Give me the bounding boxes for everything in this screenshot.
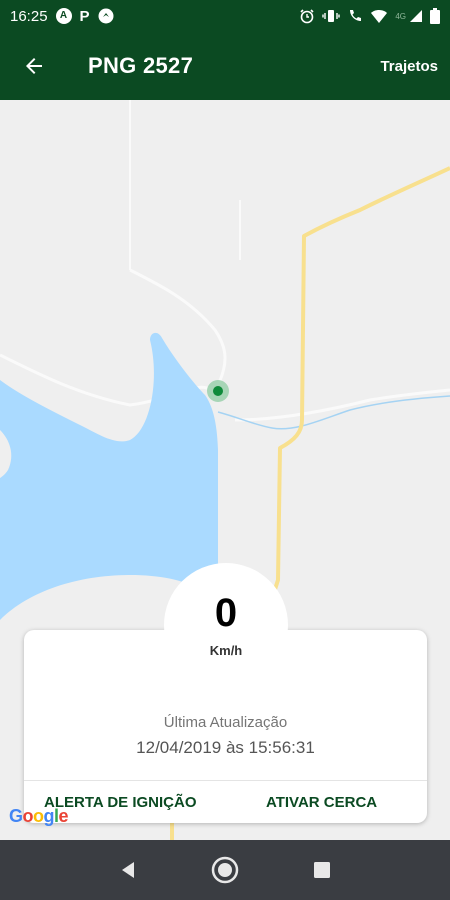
speed-indicator: 0 Km/h (164, 563, 288, 687)
google-logo: Google (9, 806, 69, 826)
location-marker[interactable] (207, 380, 229, 402)
app-bar: PNG 2527 Trajetos (0, 32, 450, 100)
card-divider (24, 780, 427, 781)
last-update-value: 12/04/2019 às 15:56:31 (136, 738, 315, 757)
battery-icon (430, 8, 440, 24)
back-triangle-icon (122, 862, 135, 878)
status-bar: 16:25 A P 4G (0, 0, 450, 32)
status-time: 16:25 (10, 7, 48, 25)
system-nav-bar (0, 840, 450, 900)
arrow-back-icon (26, 58, 42, 74)
trajetos-button[interactable]: Trajetos (380, 50, 438, 83)
network-type-label: 4G (395, 11, 406, 21)
speed-value: 0 (214, 591, 238, 635)
signal-icon (409, 9, 423, 23)
app-notification-icon (98, 8, 114, 24)
nav-back-button[interactable] (104, 846, 152, 894)
alarm-icon (299, 8, 315, 24)
home-circle-icon (211, 856, 239, 884)
wifi-calling-icon (347, 8, 363, 24)
activate-fence-button[interactable]: ATIVAR CERCA (266, 794, 377, 811)
assistant-icon: A (55, 8, 72, 24)
parking-icon: P (79, 7, 90, 25)
nav-recents-button[interactable] (298, 846, 346, 894)
nav-home-button[interactable] (201, 846, 249, 894)
recents-square-icon (313, 862, 330, 878)
speed-unit: Km/h (209, 643, 243, 658)
wifi-icon (370, 8, 388, 24)
vibrate-icon (322, 8, 341, 24)
last-update-label: Última Atualização (163, 714, 288, 731)
page-title: PNG 2527 (88, 53, 194, 78)
back-button[interactable] (12, 44, 56, 88)
